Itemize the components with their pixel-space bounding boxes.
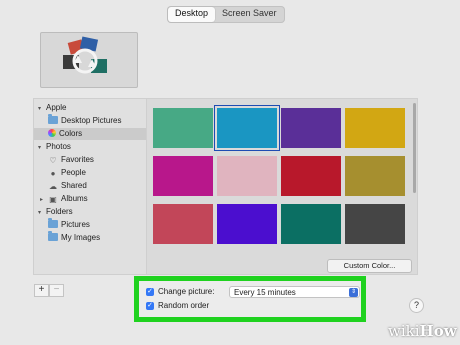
tab-desktop[interactable]: Desktop <box>168 7 216 22</box>
watermark-prefix: wiki <box>388 322 420 340</box>
sidebar-section-label: Apple <box>46 103 67 112</box>
sidebar-item-label: Pictures <box>61 220 90 229</box>
sidebar-item-label: Shared <box>61 181 87 190</box>
color-wheel-icon <box>48 129 56 137</box>
color-swatch[interactable] <box>345 204 405 244</box>
watermark-suffix: How <box>419 322 457 340</box>
albums-icon: ▣ <box>49 195 57 204</box>
sidebar-section-label: Photos <box>46 142 71 151</box>
sidebar-item-label: My Images <box>61 233 101 242</box>
sidebar-section-photos[interactable]: ▾ Photos <box>34 141 146 153</box>
wikihow-watermark: wikiHow <box>388 322 457 340</box>
sidebar-item-label: Albums <box>61 194 88 203</box>
change-picture-row: ✓ Change picture: <box>146 286 214 298</box>
updown-arrows-icon: ⇕ <box>349 288 358 297</box>
color-swatch[interactable] <box>153 204 213 244</box>
heart-icon: ♡ <box>49 156 57 165</box>
color-swatch[interactable] <box>345 156 405 196</box>
sidebar-section-folders[interactable]: ▾ Folders <box>34 206 146 218</box>
pane-tabs: Desktop Screen Saver <box>167 6 285 23</box>
color-swatch[interactable] <box>153 108 213 148</box>
sidebar-item-label: Favorites <box>61 155 94 164</box>
sidebar-section-label: Folders <box>46 207 73 216</box>
dynamic-desktop-icon <box>63 36 107 74</box>
color-swatch[interactable] <box>281 204 341 244</box>
interval-value: Every 15 minutes <box>234 288 296 297</box>
folder-icon <box>48 218 58 228</box>
sidebar-item-label: Colors <box>59 129 83 138</box>
chevron-down-icon[interactable]: ▾ <box>38 142 46 154</box>
sidebar-item-pictures[interactable]: Pictures <box>34 218 146 231</box>
change-picture-label: Change picture: <box>158 287 215 296</box>
help-button[interactable]: ? <box>409 298 424 313</box>
color-swatch[interactable] <box>153 156 213 196</box>
cloud-icon: ☁ <box>49 182 57 191</box>
remove-folder-button[interactable]: − <box>49 284 64 297</box>
desktop-preview <box>40 32 138 88</box>
sidebar-item-albums[interactable]: ▸ ▣ Albums <box>34 193 146 205</box>
interval-select[interactable]: Every 15 minutes ⇕ <box>229 286 360 298</box>
random-order-label: Random order <box>158 301 210 310</box>
sidebar-item-people[interactable]: ● People <box>34 167 146 179</box>
source-sidebar: ▾ Apple Desktop Pictures Colors ▾ Photos ♡… <box>33 98 147 275</box>
sidebar-item-label: People <box>61 168 86 177</box>
color-swatch[interactable] <box>281 108 341 148</box>
add-folder-button[interactable]: + <box>34 284 49 297</box>
person-icon: ● <box>50 169 56 178</box>
change-picture-checkbox[interactable]: ✓ <box>146 288 154 296</box>
color-grid: Custom Color... <box>146 98 418 275</box>
add-remove-controls: + − <box>34 284 64 297</box>
color-swatch[interactable] <box>217 156 277 196</box>
custom-color-button[interactable]: Custom Color... <box>327 259 412 273</box>
sidebar-item-desktop-pictures[interactable]: Desktop Pictures <box>34 114 146 127</box>
chevron-down-icon[interactable]: ▾ <box>38 103 46 115</box>
scrollbar[interactable] <box>413 103 416 193</box>
sidebar-item-shared[interactable]: ☁ Shared <box>34 180 146 192</box>
chevron-right-icon[interactable]: ▸ <box>40 194 48 206</box>
sidebar-item-label: Desktop Pictures <box>61 116 122 125</box>
chevron-down-icon[interactable]: ▾ <box>38 207 46 219</box>
sidebar-section-apple[interactable]: ▾ Apple <box>34 102 146 114</box>
random-order-row: ✓ Random order <box>146 300 209 312</box>
folder-icon <box>48 231 58 241</box>
random-order-checkbox[interactable]: ✓ <box>146 302 154 310</box>
sidebar-item-favorites[interactable]: ♡ Favorites <box>34 154 146 166</box>
folder-icon <box>48 114 58 124</box>
sidebar-item-colors[interactable]: Colors <box>34 128 146 140</box>
tab-screen-saver[interactable]: Screen Saver <box>215 7 284 22</box>
color-swatch[interactable] <box>345 108 405 148</box>
color-swatch[interactable] <box>214 105 280 151</box>
sidebar-item-my-images[interactable]: My Images <box>34 231 146 244</box>
change-picture-options: ✓ Change picture: Every 15 minutes ⇕ ✓ R… <box>134 276 366 322</box>
color-swatch[interactable] <box>281 156 341 196</box>
color-swatch[interactable] <box>217 204 277 244</box>
